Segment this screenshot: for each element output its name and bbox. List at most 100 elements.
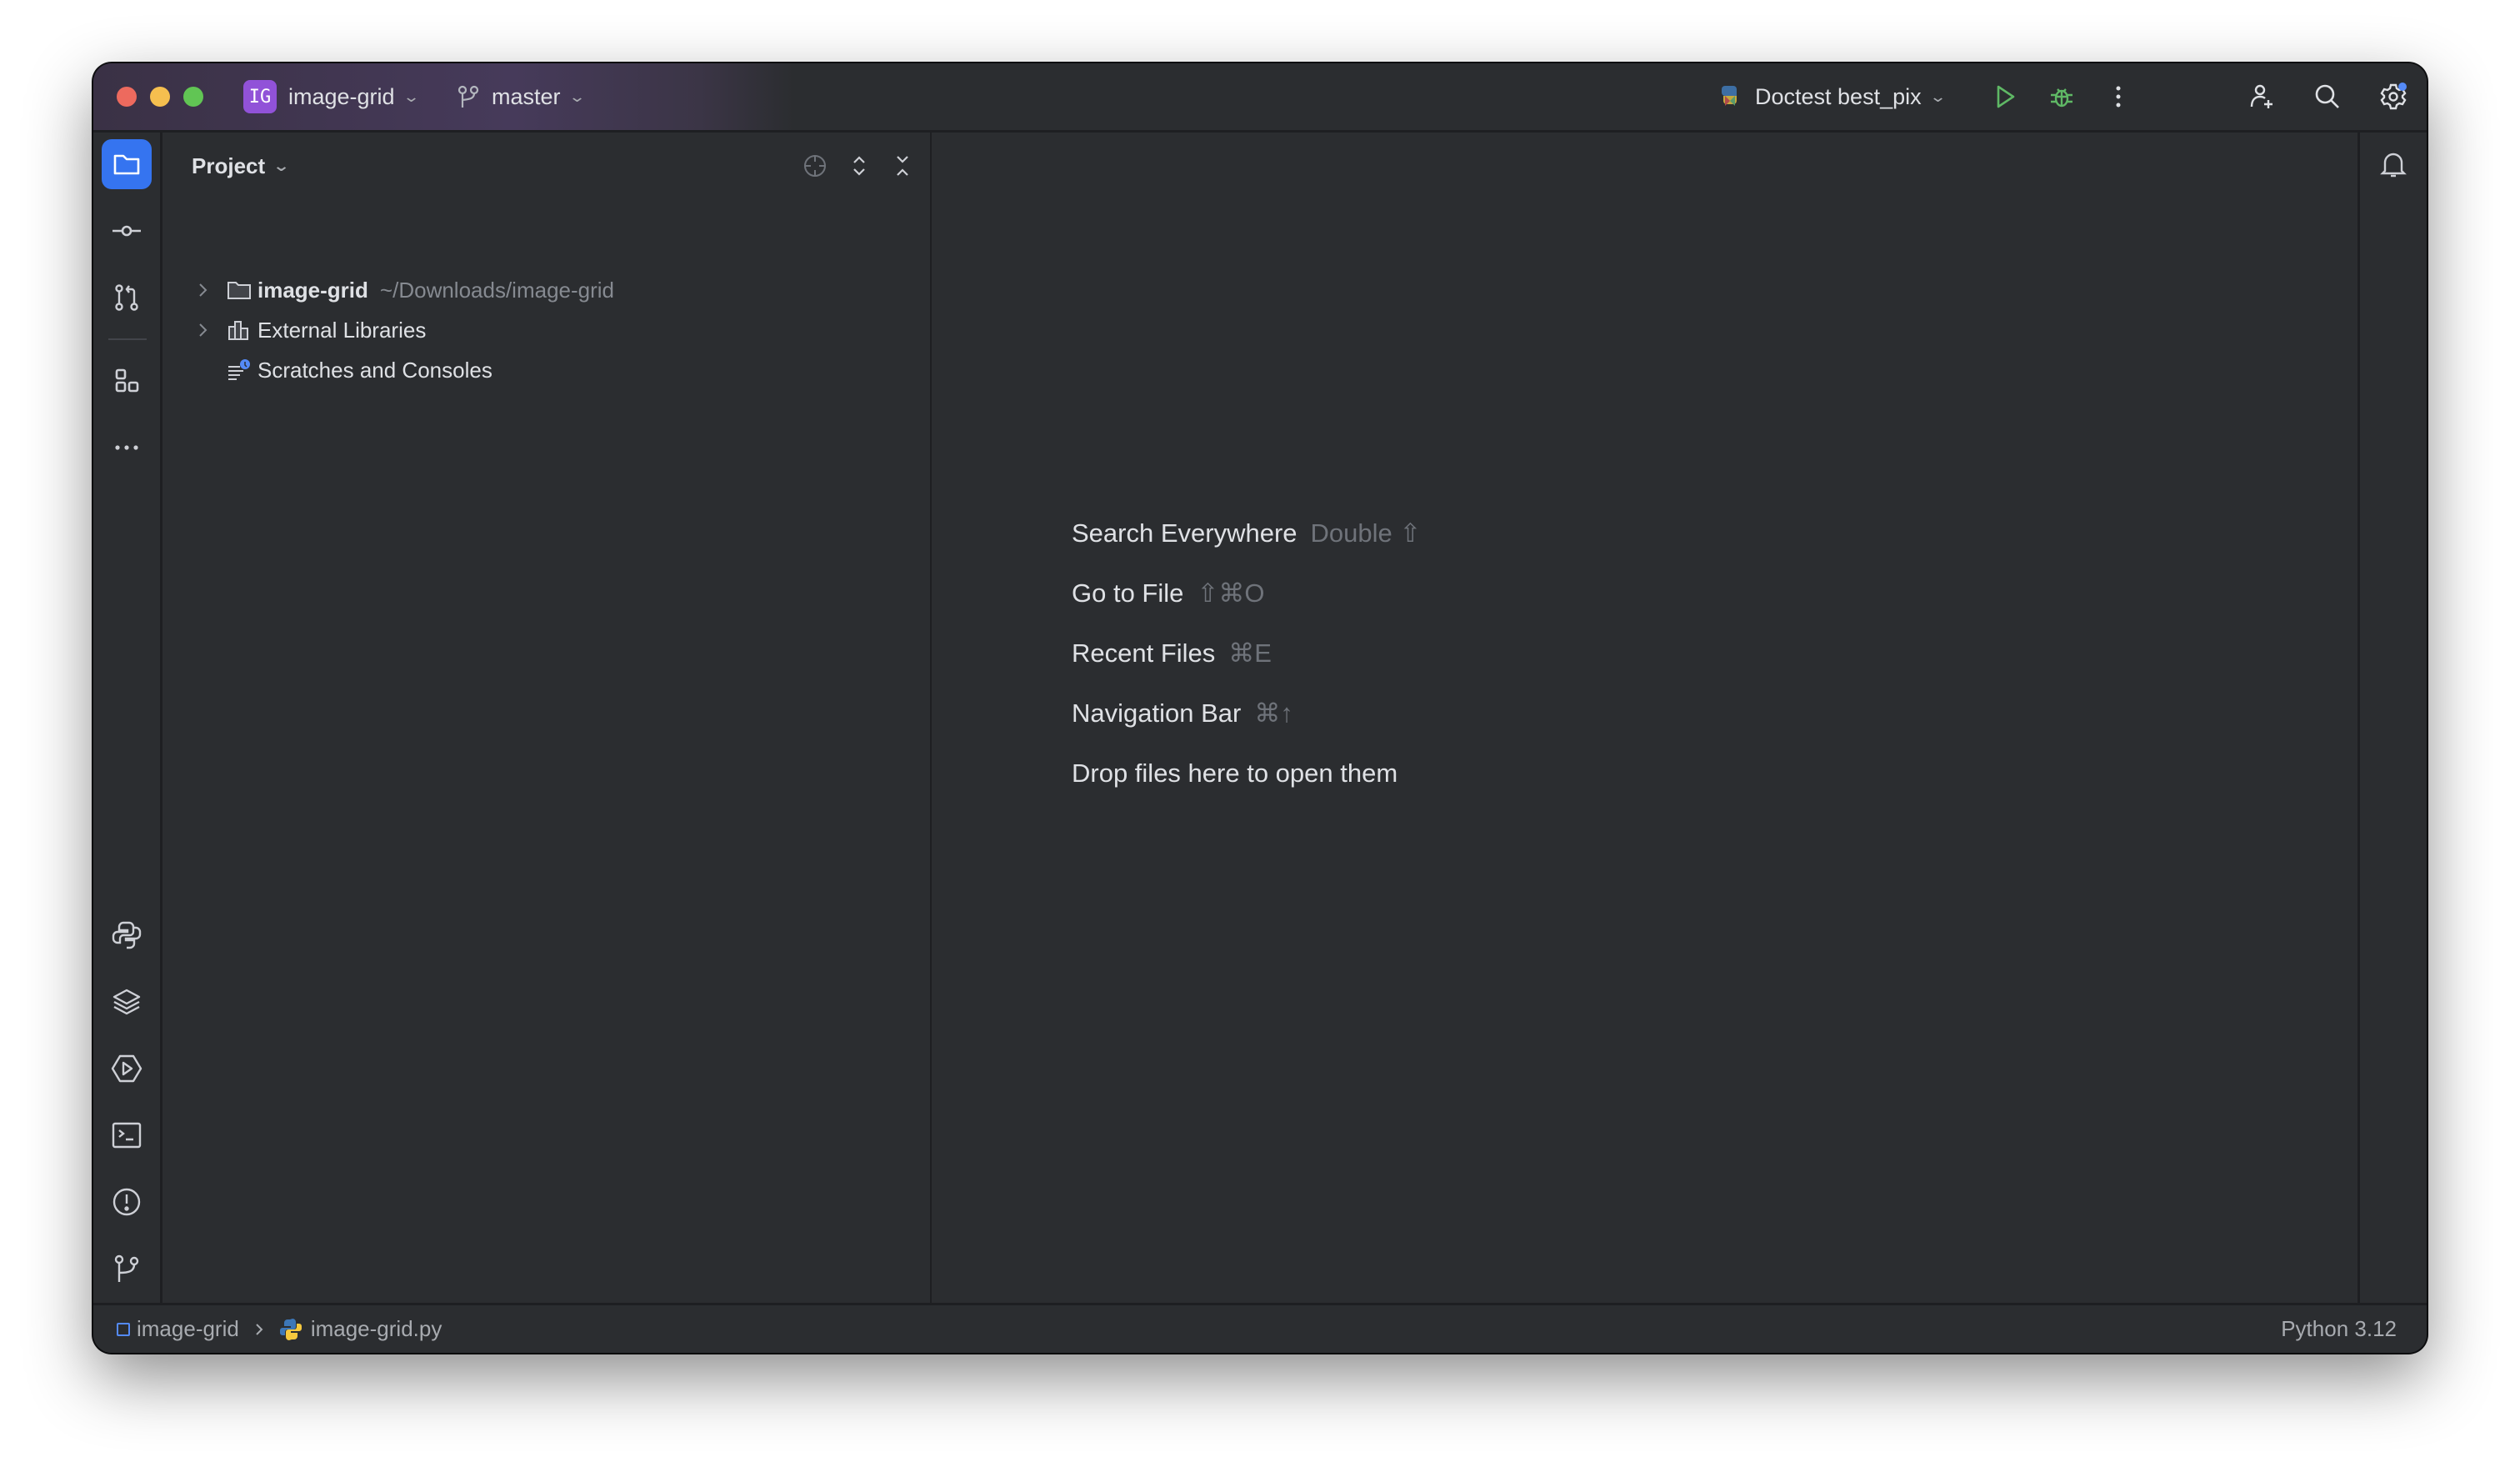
expand-all-button[interactable] — [844, 151, 874, 181]
git-branch-icon — [457, 84, 480, 109]
external-libraries-label: External Libraries — [258, 317, 427, 343]
hint-go-to-file[interactable]: Go to File ⇧⌘O — [1072, 578, 1264, 608]
chevron-right-icon[interactable] — [192, 271, 212, 309]
structure-tool-button[interactable] — [102, 356, 152, 406]
hint-shortcut: Double ⇧ — [1310, 518, 1422, 548]
minimize-window-button[interactable] — [150, 87, 170, 107]
locate-icon — [804, 155, 826, 177]
pull-request-icon — [115, 284, 138, 311]
more-actions-button[interactable] — [2098, 77, 2138, 117]
project-switcher[interactable]: IG image-grid ⌄ — [243, 63, 420, 130]
debug-button[interactable] — [2042, 77, 2082, 117]
add-user-icon — [2250, 84, 2272, 108]
right-tool-stripe — [2358, 133, 2427, 1303]
hint-label: Search Everywhere — [1072, 518, 1298, 548]
hint-label: Recent Files — [1072, 638, 1216, 668]
tree-item-project-root[interactable]: image-grid ~/Downloads/image-grid — [162, 271, 930, 309]
run-configuration-selector[interactable]: Doctest best_pix ⌄ — [1718, 63, 1947, 130]
project-root-name: image-grid — [258, 277, 368, 303]
run-icon — [1997, 85, 2015, 108]
hint-shortcut: ⌘E — [1228, 638, 1272, 668]
tree-item-scratches[interactable]: Scratches and Consoles — [162, 351, 930, 389]
maximize-window-button[interactable] — [183, 87, 203, 107]
scratches-label: Scratches and Consoles — [258, 357, 492, 383]
settings-button[interactable] — [2373, 77, 2413, 117]
chevron-right-icon[interactable] — [192, 311, 212, 349]
layers-icon — [112, 989, 141, 1015]
more-horizontal-icon — [115, 445, 138, 450]
folder-icon — [226, 271, 252, 309]
version-control-tool-button[interactable] — [102, 1244, 152, 1294]
hint-shortcut: ⇧⌘O — [1197, 578, 1265, 608]
python-console-tool-button[interactable] — [102, 910, 152, 960]
terminal-tool-button[interactable] — [102, 1110, 152, 1160]
more-tools-button[interactable] — [102, 423, 152, 473]
hint-recent-files[interactable]: Recent Files ⌘E — [1072, 638, 1272, 668]
interpreter-selector[interactable]: Python 3.12 — [2281, 1305, 2397, 1353]
chevron-right-icon — [254, 1321, 264, 1338]
project-name: image-grid — [288, 83, 395, 109]
python-packages-tool-button[interactable] — [102, 977, 152, 1027]
project-root-path: ~/Downloads/image-grid — [379, 277, 615, 303]
search-icon — [2315, 84, 2339, 108]
more-vertical-icon — [2116, 86, 2121, 108]
collapse-all-icon — [897, 156, 908, 176]
python-file-icon — [279, 1318, 302, 1341]
run-button[interactable] — [1985, 77, 2025, 117]
close-window-button[interactable] — [117, 87, 137, 107]
code-with-me-button[interactable] — [2242, 77, 2282, 117]
settings-icon — [2380, 83, 2407, 110]
services-icon — [111, 1054, 142, 1083]
interpreter-label: Python 3.12 — [2281, 1316, 2397, 1341]
chevron-down-icon: ⌄ — [1928, 88, 1947, 105]
hint-label: Drop files here to open them — [1072, 759, 1398, 788]
collapse-all-button[interactable] — [888, 151, 918, 181]
hint-shortcut: ⌘↑ — [1254, 698, 1293, 728]
problems-tool-button[interactable] — [102, 1177, 152, 1227]
terminal-icon — [112, 1122, 142, 1149]
commit-icon — [112, 225, 141, 237]
project-panel-header: Project ⌄ — [162, 133, 999, 199]
title-bar: IG image-grid ⌄ master ⌄ Doctest best_pi… — [93, 63, 2427, 133]
chevron-down-icon: ⌄ — [568, 88, 586, 105]
python-doctest-icon — [1718, 83, 1743, 111]
expand-all-icon — [853, 156, 865, 176]
project-tool-window: Project ⌄ image-grid ~/Downloads/image-g… — [162, 133, 999, 1303]
hint-navigation-bar[interactable]: Navigation Bar ⌘↑ — [1072, 698, 1293, 728]
problems-icon — [112, 1188, 141, 1216]
branch-switcher[interactable]: master ⌄ — [457, 63, 586, 130]
project-tool-button[interactable] — [102, 139, 152, 189]
hint-label: Navigation Bar — [1072, 698, 1242, 728]
hint-drop-files: Drop files here to open them — [1072, 759, 1398, 789]
left-tool-stripe — [93, 133, 162, 1303]
branch-name: master — [492, 83, 561, 109]
select-opened-file-button[interactable] — [800, 151, 830, 181]
pull-requests-tool-button[interactable] — [102, 273, 152, 323]
run-config-name: Doctest best_pix — [1755, 83, 1922, 109]
scratches-icon — [226, 351, 252, 389]
project-panel-title: Project — [192, 153, 266, 178]
status-bar: image-grid image-grid.py Python 3.12 — [93, 1303, 2427, 1353]
hint-search-everywhere[interactable]: Search Everywhere Double ⇧ — [1072, 518, 1421, 548]
breadcrumb-file[interactable]: image-grid.py — [311, 1316, 442, 1342]
ide-window: IG image-grid ⌄ master ⌄ Doctest best_pi… — [93, 63, 2427, 1353]
folder-icon — [113, 154, 140, 175]
project-badge: IG — [243, 80, 277, 113]
project-view-selector[interactable]: Project ⌄ — [192, 133, 291, 199]
services-tool-button[interactable] — [102, 1044, 152, 1094]
python-icon — [112, 921, 142, 949]
hint-label: Go to File — [1072, 578, 1184, 608]
bell-icon — [2380, 153, 2407, 178]
notifications-button[interactable] — [2368, 139, 2418, 189]
commit-tool-button[interactable] — [102, 206, 152, 256]
breadcrumb: image-grid image-grid.py — [117, 1305, 442, 1353]
search-button[interactable] — [2308, 77, 2348, 117]
module-icon — [117, 1322, 130, 1336]
chevron-down-icon: ⌄ — [272, 157, 291, 174]
breadcrumb-project[interactable]: image-grid — [137, 1316, 239, 1342]
libraries-icon — [226, 311, 252, 349]
stripe-separator — [108, 338, 147, 340]
git-icon — [114, 1254, 139, 1282]
tree-item-external-libraries[interactable]: External Libraries — [162, 311, 930, 349]
chevron-down-icon: ⌄ — [402, 88, 420, 105]
